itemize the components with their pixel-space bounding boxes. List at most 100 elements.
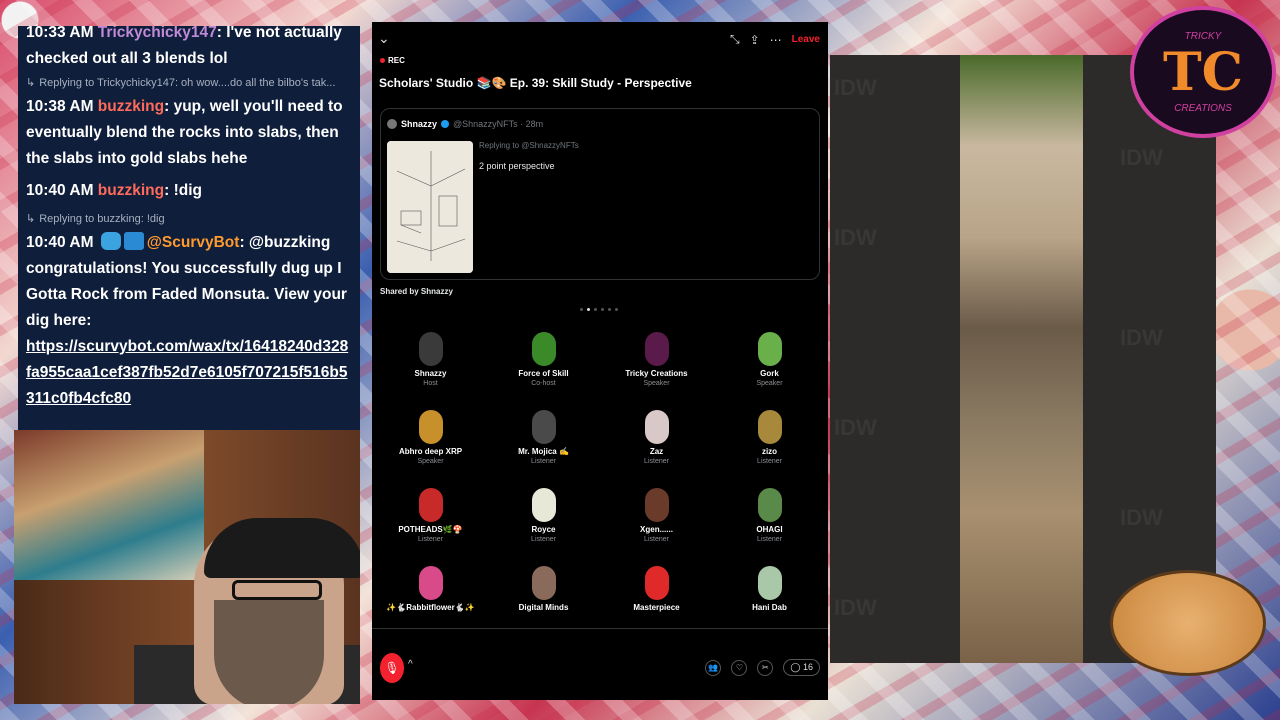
- mic-off-icon: 🎙: [384, 661, 400, 675]
- tweet-image[interactable]: [387, 141, 473, 273]
- webcam-feed: [14, 430, 360, 704]
- robot-icon: [100, 232, 121, 250]
- participant-avatar: [418, 488, 443, 522]
- chat-message: 10:33 AM Trickychicky147: I've not actua…: [26, 26, 352, 72]
- chat-message: 10:38 AM buzzking: yup, well you'll need…: [26, 94, 352, 172]
- page-dot[interactable]: [601, 308, 604, 311]
- reply-count: 16: [802, 662, 813, 672]
- participant-name: OHAGI: [756, 525, 783, 534]
- participant-role: Listener: [757, 536, 782, 543]
- participant-avatar: [644, 332, 669, 366]
- participant-role: Listener: [644, 458, 669, 465]
- shared-tweet[interactable]: Shnazzy @ShnazzyNFTs · 28m Replying to @…: [380, 108, 820, 280]
- spaces-bottombar: 🎙 ^ 👥 ♡ ✂ ◯ 16: [372, 628, 828, 700]
- watermark: IDW: [1120, 325, 1163, 350]
- page-dot[interactable]: [594, 308, 597, 311]
- more-icon[interactable]: ⋯: [770, 33, 782, 47]
- participant[interactable]: OHAGI Listener: [713, 484, 826, 562]
- page-dot[interactable]: [608, 308, 611, 311]
- collapse-chevron-icon[interactable]: ⌄: [378, 30, 390, 47]
- minimize-icon[interactable]: ⤡: [730, 32, 740, 47]
- tricky-creations-logo: TRICKY TC CREATIONS: [1130, 6, 1276, 138]
- participant[interactable]: POTHEADS🌿🍄 Listener: [374, 484, 487, 562]
- participant-avatar: [418, 332, 443, 366]
- participant-name: Zaz: [649, 447, 664, 456]
- participant[interactable]: Royce Listener: [487, 484, 600, 562]
- expand-caret-icon[interactable]: ^: [408, 659, 413, 670]
- page-dot[interactable]: [580, 308, 583, 311]
- reply-count-button[interactable]: ◯ 16: [783, 659, 820, 676]
- participant-role: Speaker: [756, 380, 783, 387]
- participant[interactable]: Xgen...... Listener: [600, 484, 713, 562]
- participant-avatar: [531, 488, 556, 522]
- mic-muted-button[interactable]: 🎙: [380, 653, 404, 683]
- people-icon[interactable]: 👥: [705, 659, 722, 676]
- chat-message: 10:40 AM buzzking: !dig: [26, 178, 352, 204]
- participant-name: Abhro deep XRP: [398, 447, 463, 456]
- tools-icon[interactable]: ✂: [757, 659, 774, 676]
- participant-name: Hani Dab: [752, 603, 787, 612]
- participant-name: Royce: [531, 525, 556, 534]
- participant-avatar: [418, 410, 443, 444]
- spaces-panel: ⌄ ⤡ ⇪ ⋯ Leave REC Scholars' Studio 📚🎨 Ep…: [372, 22, 828, 700]
- message-user: @ScurvyBot: [146, 234, 240, 251]
- heart-icon[interactable]: ♡: [731, 659, 748, 676]
- spaces-topbar: ⌄ ⤡ ⇪ ⋯ Leave: [372, 30, 828, 52]
- participant[interactable]: Force of Skill Co-host: [487, 328, 600, 406]
- pagination-dots: [580, 308, 618, 311]
- wall-poster: [14, 430, 204, 580]
- message-time: 10:40 AM: [26, 234, 94, 251]
- message-user: buzzking: [97, 98, 165, 115]
- participant[interactable]: zizo Listener: [713, 406, 826, 484]
- participant-avatar: [531, 410, 556, 444]
- watermark: IDW: [834, 415, 877, 440]
- rec-badge: REC: [380, 56, 405, 65]
- participant-role: Speaker: [417, 458, 444, 465]
- participant-role: Listener: [418, 536, 443, 543]
- bottom-actions: 👥 ♡ ✂ ◯ 16: [705, 659, 820, 676]
- streamer-beard: [214, 600, 324, 704]
- page-dot[interactable]: [615, 308, 618, 311]
- streamer-glasses: [232, 580, 322, 600]
- page-dot-active[interactable]: [587, 308, 590, 311]
- participant-avatar: [418, 566, 443, 600]
- participant-name: ✨🐇Rabbitflower🐇✨: [386, 603, 475, 612]
- participant-name: POTHEADS🌿🍄: [398, 525, 463, 534]
- leave-button[interactable]: Leave: [792, 34, 820, 45]
- message-user: buzzking: [97, 182, 165, 199]
- message-text: : !dig: [164, 182, 202, 199]
- dig-link[interactable]: https://scurvybot.com/wax/tx/16418240d32…: [26, 338, 348, 407]
- walnut-mascot: [1110, 570, 1266, 676]
- message-time: 10:40 AM: [26, 182, 94, 199]
- logo-monogram: TC: [1162, 41, 1244, 103]
- verified-icon: [441, 120, 450, 128]
- participant-name: Shnazzy: [414, 369, 447, 378]
- streamer-cap: [204, 518, 360, 578]
- participant-avatar: [644, 488, 669, 522]
- message-time: 10:33 AM: [26, 26, 94, 41]
- tweet-author: Shnazzy: [401, 119, 438, 129]
- reply-line: ↳ Replying to buzzking: !dig: [26, 213, 165, 225]
- participant[interactable]: Tricky Creations Speaker: [600, 328, 713, 406]
- topbar-actions: ⤡ ⇪ ⋯ Leave: [730, 32, 820, 47]
- rec-dot-icon: [380, 58, 385, 63]
- participant-name: Digital Minds: [518, 603, 569, 612]
- reply-text: Replying to buzzking: !dig: [39, 213, 165, 225]
- watermark: IDW: [1120, 505, 1163, 530]
- bot-badge-icon: [123, 232, 144, 250]
- participant[interactable]: Shnazzy Host: [374, 328, 487, 406]
- participant-avatar: [757, 332, 782, 366]
- participant[interactable]: Mr. Mojica ✍️ Listener: [487, 406, 600, 484]
- watermark: IDW: [834, 225, 877, 250]
- participant[interactable]: Zaz Listener: [600, 406, 713, 484]
- participant-avatar: [531, 566, 556, 600]
- share-icon[interactable]: ⇪: [750, 33, 760, 47]
- participant-role: Co-host: [531, 380, 556, 387]
- participant[interactable]: Abhro deep XRP Speaker: [374, 406, 487, 484]
- participant-role: Host: [423, 380, 438, 387]
- logo-bottom-text: CREATIONS: [1174, 102, 1232, 114]
- participant-name: zizo: [761, 447, 778, 456]
- reply-text: Replying to Trickychicky147: oh wow....d…: [39, 77, 336, 89]
- shared-by-label: Shared by Shnazzy: [380, 287, 453, 296]
- participant[interactable]: Gork Speaker: [713, 328, 826, 406]
